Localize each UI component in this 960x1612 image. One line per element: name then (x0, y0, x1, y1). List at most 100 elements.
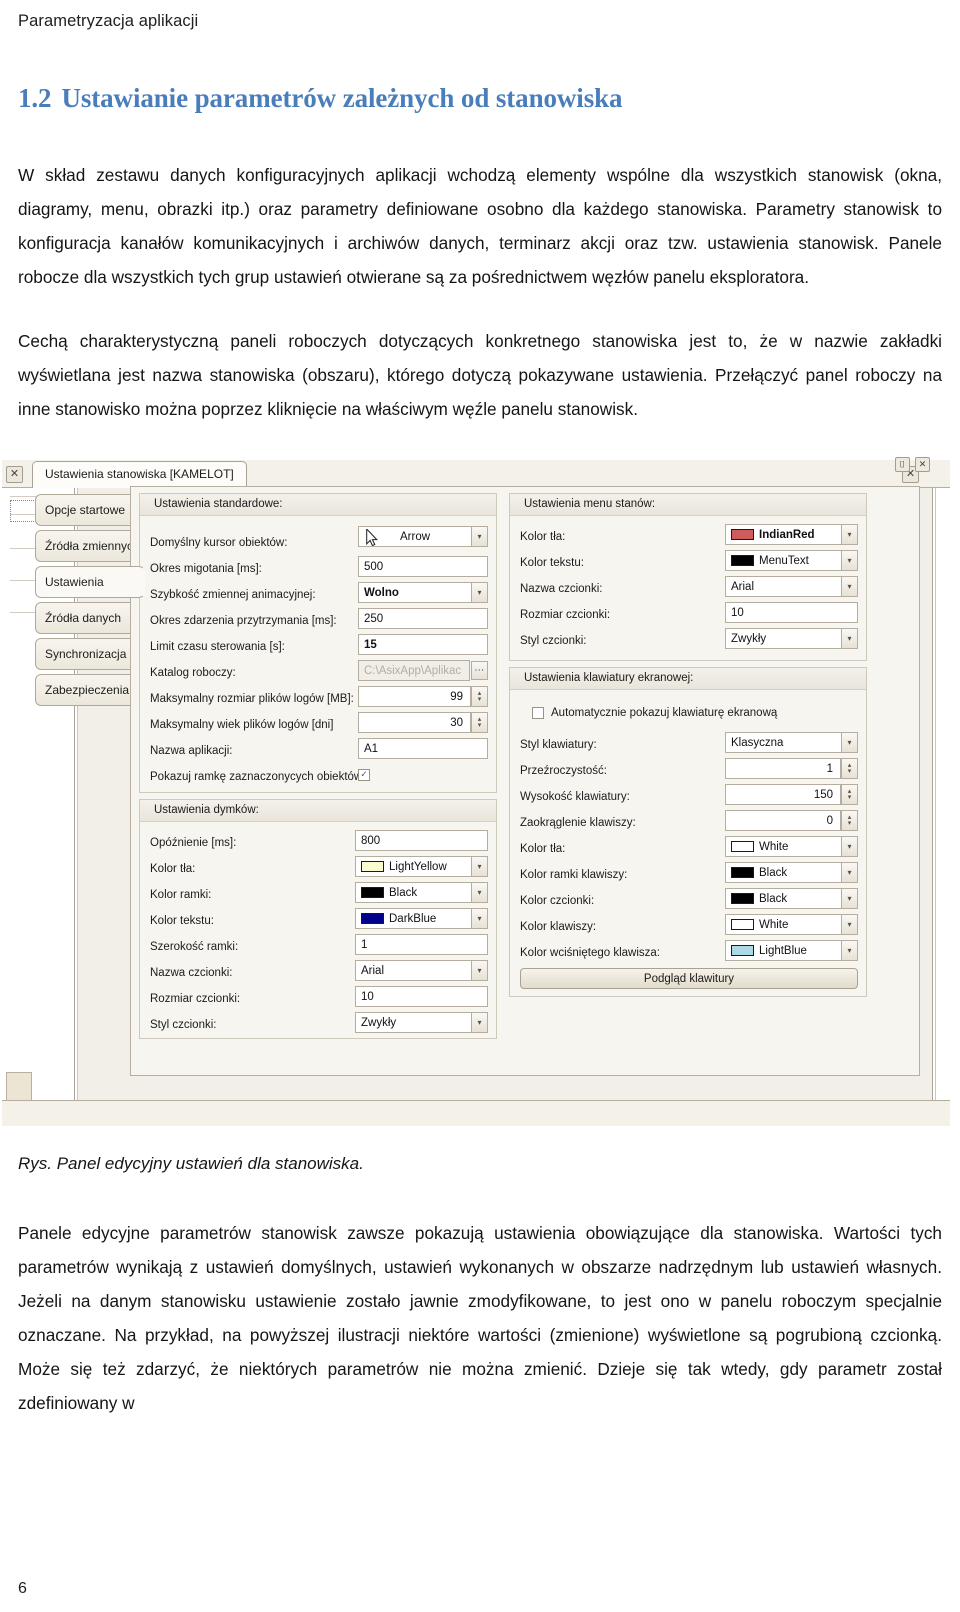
chevron-down-icon[interactable]: ▾ (841, 628, 858, 649)
field-menu-kolor-tekstu-combo[interactable]: MenuText ▾ (725, 550, 858, 571)
chevron-down-icon[interactable]: ▾ (841, 940, 858, 961)
field-label-maks-wiek-logow: Maksymalny wiek plików logów [dni] (150, 719, 334, 731)
field-katalog-roboczy-input[interactable]: C:\AsixApp\Aplikac (358, 660, 470, 681)
field-domyslny-kursor-combo[interactable]: Arrow ▾ (358, 526, 488, 547)
chevron-down-icon[interactable]: ▾ (471, 582, 488, 603)
field-kb-kolor-czcionki-combo[interactable]: Black ▾ (725, 888, 858, 909)
chevron-down-icon[interactable]: ▾ (841, 732, 858, 753)
color-swatch-black (731, 867, 754, 878)
field-value-domyslny-kursor: Arrow (399, 530, 431, 543)
mouse-cursor-icon (366, 529, 379, 546)
field-menu-styl-czcionki-combo[interactable]: Zwykły ▾ (725, 628, 858, 649)
field-label-kb-kolor-wcisnietego: Kolor wciśniętego klawisza: (520, 947, 660, 959)
chevron-down-icon[interactable]: ▾ (841, 550, 858, 571)
document-tab[interactable]: Ustawienia stanowiska [KAMELOT] (32, 461, 247, 488)
field-dymki-nazwa-czcionki-combo[interactable]: Arial ▾ (355, 960, 488, 981)
field-dymki-kolor-ramki-combo[interactable]: Black ▾ (355, 882, 488, 903)
wysokosc-klawiatury-stepper[interactable]: ▴ ▾ (841, 784, 858, 805)
field-dymki-styl-czcionki-combo[interactable]: Zwykły ▾ (355, 1012, 488, 1033)
tabbar-close-left-icon[interactable]: ✕ (6, 466, 23, 483)
group-title: Ustawienia klawiatury ekranowej: (510, 668, 866, 690)
settings-panel: Ustawienia standardowe: Domyślny kursor … (130, 486, 920, 1076)
field-limit-czasu-input[interactable]: 15 (358, 634, 488, 655)
chevron-down-icon[interactable]: ▾ (471, 882, 488, 903)
field-dymki-kolor-tla-combo[interactable]: LightYellow ▾ (355, 856, 488, 877)
chevron-down-icon[interactable]: ▾ (848, 768, 852, 775)
sidebar-item-synchronizacja[interactable]: Synchronizacja (35, 638, 138, 670)
field-menu-nazwa-czcionki-combo[interactable]: Arial ▾ (725, 576, 858, 597)
field-szybkosc-animacji-combo[interactable]: Wolno ▾ (358, 582, 488, 603)
chevron-down-icon[interactable]: ▾ (471, 526, 488, 547)
field-label-domyslny-kursor: Domyślny kursor obiektów: (150, 537, 288, 549)
maks-wiek-logow-stepper[interactable]: ▴ ▾ (471, 712, 488, 733)
chevron-down-icon[interactable]: ▾ (471, 960, 488, 981)
field-value-kb-kolor-tla: White (759, 840, 789, 853)
sidebar-item-zrodla-danych[interactable]: Źródła danych (35, 602, 138, 634)
field-label-katalog-roboczy: Katalog roboczy: (150, 667, 236, 679)
field-zaokraglenie-klawiszy-input[interactable]: 0 (725, 810, 841, 831)
sidebar-item-label: Zabezpieczenia (45, 683, 130, 697)
field-menu-kolor-tla-combo[interactable]: IndianRed ▾ (725, 524, 858, 545)
field-kb-kolor-wcisnietego-combo[interactable]: LightBlue ▾ (725, 940, 858, 961)
field-wysokosc-klawiatury-input[interactable]: 150 (725, 784, 841, 805)
przezroczystosc-stepper[interactable]: ▴ ▾ (841, 758, 858, 779)
chevron-down-icon[interactable]: ▾ (471, 856, 488, 877)
field-value-menu-kolor-tla: IndianRed (759, 528, 815, 541)
pokazuj-ramke-checkbox[interactable]: ✓ (358, 768, 370, 781)
chevron-down-icon[interactable]: ▾ (478, 722, 482, 729)
chevron-down-icon[interactable]: ▾ (841, 914, 858, 935)
field-label-dymki-kolor-ramki: Kolor ramki: (150, 889, 212, 901)
sidebar-item-zrodla-zmiennych[interactable]: Źródła zmiennych (35, 530, 140, 562)
browse-folder-button[interactable]: ⋯ (471, 661, 488, 680)
chevron-down-icon[interactable]: ▾ (841, 576, 858, 597)
sidebar-item-opcje-startowe[interactable]: Opcje startowe (35, 494, 138, 526)
field-kb-kolor-klawiszy-combo[interactable]: White ▾ (725, 914, 858, 935)
chevron-down-icon[interactable]: ▾ (848, 820, 852, 827)
field-label-dymki-kolor-tla: Kolor tła: (150, 863, 196, 875)
field-okres-migotania-input[interactable]: 500 (358, 556, 488, 577)
field-maks-rozmiar-logow-input[interactable]: 99 (358, 686, 471, 707)
field-maks-wiek-logow-input[interactable]: 30 (358, 712, 471, 733)
chevron-down-icon[interactable]: ▾ (841, 862, 858, 883)
field-opoznienie-input[interactable]: 800 (355, 830, 488, 851)
chevron-down-icon[interactable]: ▾ (471, 908, 488, 929)
auto-show-keyboard-checkbox[interactable] (532, 707, 544, 719)
chevron-down-icon[interactable]: ▾ (478, 696, 482, 703)
chevron-down-icon[interactable]: ▾ (841, 524, 858, 545)
sidebar-item-ustawienia[interactable]: Ustawienia (35, 566, 145, 598)
field-value-dymki-kolor-tekstu: DarkBlue (389, 912, 437, 925)
chevron-down-icon[interactable]: ▾ (848, 794, 852, 801)
sidebar-item-label: Źródła zmiennych (45, 539, 140, 553)
field-label-menu-rozmiar-czcionki: Rozmiar czcionki: (520, 609, 611, 621)
chevron-down-icon[interactable]: ▾ (841, 888, 858, 909)
chevron-down-icon[interactable]: ▾ (471, 1012, 488, 1033)
field-label-menu-kolor-tekstu: Kolor tekstu: (520, 557, 584, 569)
zaokraglenie-klawiszy-stepper[interactable]: ▴ ▾ (841, 810, 858, 831)
field-dymki-rozmiar-czcionki-input[interactable]: 10 (355, 986, 488, 1007)
field-styl-klawiatury-combo[interactable]: Klasyczna ▾ (725, 732, 858, 753)
paragraph-3: Panele edycyjne parametrów stanowisk zaw… (18, 1223, 942, 1413)
field-menu-rozmiar-czcionki-input[interactable]: 10 (725, 602, 858, 623)
settings-tab-rail: Opcje startowe Źródła zmiennych Ustawien… (35, 490, 145, 960)
chevron-down-icon[interactable]: ▾ (841, 836, 858, 857)
field-okres-zdarzenia-input[interactable]: 250 (358, 608, 488, 629)
app-window: ✕ ✕ Ustawienia stanowiska [KAMELOT] Opcj… (2, 452, 950, 1132)
field-kb-kolor-tla-combo[interactable]: White ▾ (725, 836, 858, 857)
field-szerokosc-ramki-input[interactable]: 1 (355, 934, 488, 955)
field-przezroczystosc-input[interactable]: 1 (725, 758, 841, 779)
field-label-menu-nazwa-czcionki: Nazwa czcionki: (520, 583, 603, 595)
color-swatch-white (731, 841, 754, 852)
close-icon[interactable]: ✕ (915, 457, 930, 472)
field-kb-kolor-ramki-klawiszy-combo[interactable]: Black ▾ (725, 862, 858, 883)
field-nazwa-aplikacji-input[interactable]: A1 (358, 738, 488, 759)
maks-rozmiar-logow-stepper[interactable]: ▴ ▾ (471, 686, 488, 707)
field-label-kb-kolor-klawiszy: Kolor klawiszy: (520, 921, 597, 933)
podglad-klawitury-button[interactable]: Podgląd klawitury (520, 968, 858, 989)
pin-icon[interactable]: ⌷ (895, 457, 910, 472)
paragraph-1: W skład zestawu danych konfiguracyjnych … (18, 165, 942, 287)
field-dymki-kolor-tekstu-combo[interactable]: DarkBlue ▾ (355, 908, 488, 929)
color-swatch-menutext (731, 555, 754, 566)
field-label-opoznienie: Opóźnienie [ms]: (150, 837, 237, 849)
sidebar-item-zabezpieczenia[interactable]: Zabezpieczenia (35, 674, 138, 706)
color-swatch-lightyellow (361, 861, 384, 872)
